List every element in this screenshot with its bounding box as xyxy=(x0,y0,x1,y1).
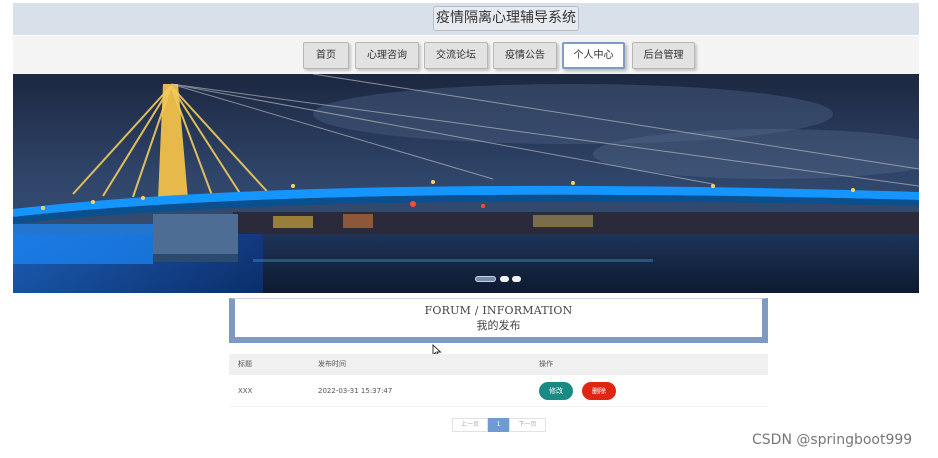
site-title: 疫情隔离心理辅导系统 xyxy=(433,6,579,31)
nav-item-personal-center[interactable]: 个人中心 xyxy=(562,42,625,69)
table-header: 标题 发布时间 操作 xyxy=(229,354,768,375)
carousel-dot[interactable] xyxy=(512,276,521,282)
csdn-watermark: CSDN @springboot999 xyxy=(752,432,913,448)
row-title[interactable]: XXX xyxy=(238,375,252,407)
carousel-dot[interactable] xyxy=(500,276,509,282)
edit-button[interactable]: 修改 xyxy=(539,382,573,400)
delete-button[interactable]: 删除 xyxy=(582,382,616,400)
nav-item-admin[interactable]: 后台管理 xyxy=(632,42,695,69)
column-header-title: 标题 xyxy=(238,360,252,368)
section-title: FORUM / INFORMATION 我的发布 xyxy=(229,298,768,343)
row-time: 2022-03-31 15:37:47 xyxy=(318,387,393,395)
current-page-button[interactable]: 1 xyxy=(488,418,509,432)
banner-image xyxy=(13,74,919,293)
next-page-button[interactable]: 下一页 xyxy=(509,418,546,432)
table-row: XXX 2022-03-31 15:37:47 修改 删除 xyxy=(229,375,768,407)
section-title-en: FORUM / INFORMATION xyxy=(424,304,573,317)
column-header-actions: 操作 xyxy=(539,360,553,368)
banner-carousel[interactable] xyxy=(13,74,919,293)
section-title-cn: 我的发布 xyxy=(476,319,521,332)
nav-item-announcements[interactable]: 疫情公告 xyxy=(493,42,557,69)
main-nav: 首页 心理咨询 交流论坛 疫情公告 个人中心 后台管理 xyxy=(13,36,919,74)
nav-item-home[interactable]: 首页 xyxy=(303,42,349,69)
my-posts-table: 标题 发布时间 操作 XXX 2022-03-31 15:37:47 修改 删除 xyxy=(229,354,768,407)
column-header-time: 发布时间 xyxy=(318,360,346,368)
prev-page-button[interactable]: 上一页 xyxy=(452,418,488,432)
site-header: 疫情隔离心理辅导系统 xyxy=(13,3,919,35)
nav-item-forum[interactable]: 交流论坛 xyxy=(424,42,488,69)
nav-item-psych-consult[interactable]: 心理咨询 xyxy=(355,42,419,69)
carousel-dot[interactable] xyxy=(475,276,496,282)
